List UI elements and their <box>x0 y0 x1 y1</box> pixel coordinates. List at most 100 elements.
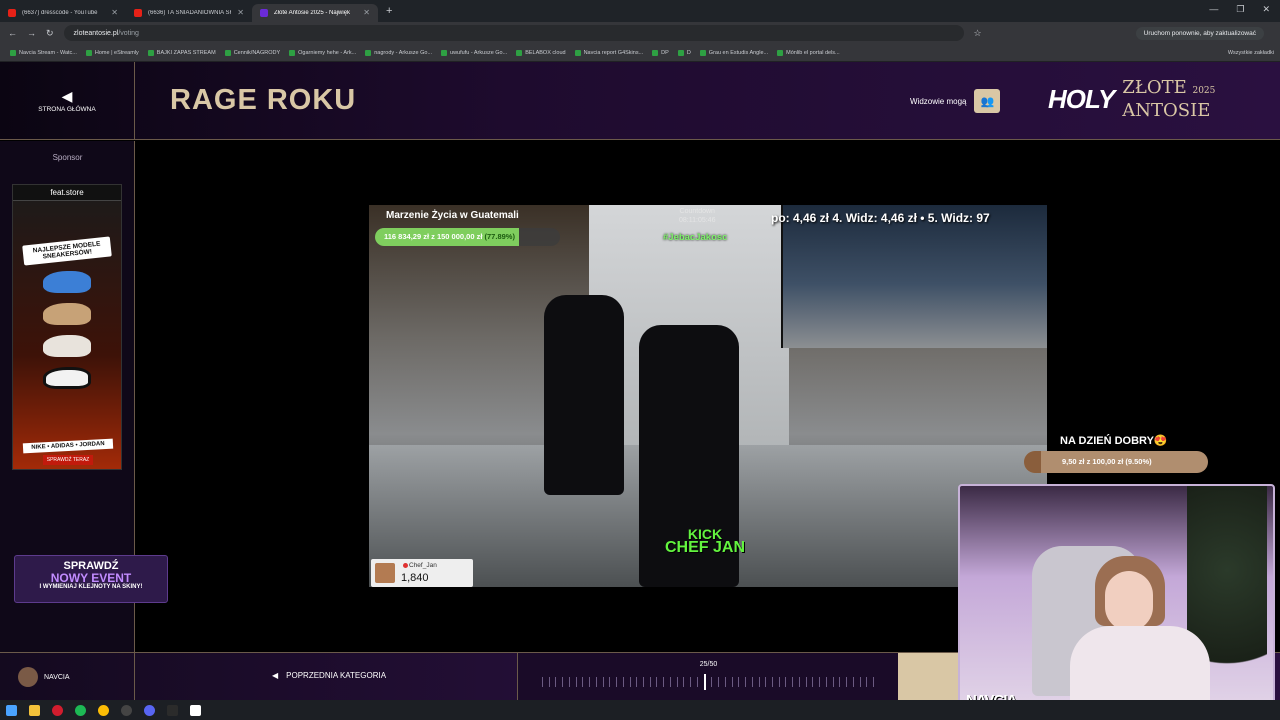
goal-percent: (77.89%) <box>484 232 515 241</box>
all-bookmarks-button[interactable]: Wszystkie zakładki <box>1228 50 1274 56</box>
progress-tick <box>819 677 821 687</box>
progress-tick-current <box>703 674 706 690</box>
home-label: STRONA GŁÓWNA <box>38 105 96 113</box>
progress-tick <box>568 677 570 687</box>
bookmark-item[interactable]: DP <box>652 49 669 56</box>
obs-icon[interactable] <box>121 704 132 716</box>
progress-tick <box>575 677 577 687</box>
progress-tick <box>629 677 631 687</box>
bookmark-label: Wszystkie zakładki <box>1227 49 1274 56</box>
chrome-icon[interactable] <box>98 704 109 716</box>
progress-tick <box>690 677 692 687</box>
sponsor-label: Sponsor <box>52 153 83 162</box>
bookmark-item[interactable]: uwufufu - Arkusze Go... <box>441 49 507 56</box>
restore-icon[interactable]: ❐ <box>1236 4 1244 15</box>
nominee-video[interactable]: Marzenie Życia w Guatemali 116 834,29 zł… <box>369 205 1047 587</box>
progress-tick <box>839 677 841 687</box>
back-icon[interactable]: ← <box>8 28 17 38</box>
ad-brands: NIKE • ADIDAS • JORDAN <box>22 438 114 454</box>
next-category-button[interactable] <box>898 653 960 701</box>
progress-ticks <box>542 674 874 690</box>
stream-goal-title: NA DZIEŃ DOBRY😍 <box>1060 435 1168 447</box>
bookmark-label: Navcia Stream - Watc... <box>19 49 77 56</box>
progress-tick <box>792 677 794 687</box>
bookmark-item[interactable]: Grau en Estudis Angle... <box>699 49 768 56</box>
minimize-icon[interactable]: — <box>1209 4 1218 15</box>
update-button[interactable]: Uruchom ponownie, aby zaktualizować <box>1135 26 1264 40</box>
stream-goal-text: 9,50 zł z 100,00 zł (9.50%) <box>1062 457 1152 466</box>
browser-tab-youtube-1[interactable]: (6637) dresscode - YouTube ✕ <box>0 4 126 22</box>
progress-tick <box>825 677 827 687</box>
bookmark-icon <box>574 49 581 56</box>
bookmark-item[interactable]: BAJKI ZAPAS STREAM <box>147 49 216 56</box>
bookmark-item[interactable]: BELABOX cloud <box>516 49 566 56</box>
streamer-face <box>1105 571 1153 631</box>
progress-tick <box>562 677 564 687</box>
home-button[interactable]: ◀ STRONA GŁÓWNA <box>0 62 135 140</box>
bookmark-item[interactable]: Cennik/NAGRODY <box>224 49 280 56</box>
window-controls: — ❐ ✕ <box>1209 4 1270 15</box>
new-tab-icon[interactable]: + <box>386 5 392 17</box>
terminal-icon[interactable] <box>167 704 178 716</box>
event-logo: HOLY ZŁOTE 2025 ANTOSIE <box>1048 78 1215 120</box>
bookmark-item[interactable]: nagrody - Arkusze Go... <box>365 49 433 56</box>
streamer-webcam: NAVCIA <box>958 484 1275 716</box>
bookmark-item[interactable]: Mónlib el portal dels... <box>777 49 840 56</box>
browser-tab-zlote-antosie[interactable]: Złote Antosie 2025 - Najwięk ✕ <box>252 3 378 22</box>
progress-tick <box>643 677 645 687</box>
close-icon[interactable]: ✕ <box>363 8 370 17</box>
close-icon[interactable]: ✕ <box>237 8 244 17</box>
sneaker-black-image <box>43 367 91 389</box>
progress-tick <box>758 677 760 687</box>
bookmark-label: Mónlib el portal dels... <box>786 49 840 56</box>
progress-tick <box>872 677 874 687</box>
browser-tab-youtube-2[interactable]: (6636) TA ŚNIADANIOWNIA SKRA ✕ <box>126 4 252 22</box>
bookmark-icon <box>10 49 16 56</box>
previous-category-button[interactable]: ◀ POPRZEDNIA KATEGORIA <box>272 671 386 680</box>
bookmark-icon <box>365 49 372 56</box>
bookmark-icon <box>777 49 784 56</box>
user-profile[interactable]: NAVCIA <box>0 653 135 701</box>
close-window-icon[interactable]: ✕ <box>1262 4 1270 15</box>
bookmark-label: nagrody - Arkusze Go... <box>374 49 433 56</box>
bookmark-item[interactable]: D <box>677 49 691 56</box>
new-event-button[interactable]: SPRAWDŹ NOWY EVENT I WYMIENIAJ KLEJNOTY … <box>14 555 168 603</box>
spotify-icon[interactable] <box>75 704 86 716</box>
progress-tick <box>711 677 713 687</box>
windows-start-icon[interactable] <box>6 704 17 716</box>
tab-title: (6636) TA ŚNIADANIOWNIA SKRA <box>148 9 231 16</box>
users-icon[interactable]: 👥 <box>974 89 1001 113</box>
bookmark-item[interactable]: Navcia Stream - Watc... <box>10 49 77 56</box>
reload-icon[interactable]: ↻ <box>46 28 54 39</box>
event-line2: NOWY EVENT <box>50 571 132 585</box>
ad-headline: NAJLEPSZE MODELE SNEAKERSÓW! <box>22 236 112 266</box>
holy-logo: HOLY <box>1048 83 1115 114</box>
channel-name: Chef_Jan <box>409 562 437 569</box>
close-icon[interactable]: ✕ <box>111 8 118 17</box>
forward-icon[interactable]: → <box>27 28 36 38</box>
progress-tick <box>832 677 834 687</box>
progress-tick <box>696 677 698 687</box>
bookmark-item[interactable]: Ogarniemy hehe - Ark... <box>289 49 357 56</box>
bookmark-star-icon[interactable]: ☆ <box>974 28 982 39</box>
progress-tick <box>798 677 800 687</box>
progress-tick <box>765 677 767 687</box>
stream-goal-bar: 9,50 zł z 100,00 zł (9.50%) <box>1024 451 1208 473</box>
discord-icon[interactable] <box>144 704 155 716</box>
url-field[interactable]: zloteantosie.pl/voting <box>63 25 964 41</box>
sponsor-ad-banner[interactable]: feat.store NAJLEPSZE MODELE SNEAKERSÓW! … <box>12 184 122 470</box>
bookmark-item[interactable]: Navcia report G4Skins... <box>574 49 643 56</box>
channel-tag: Chef_Jan 1,840 <box>371 559 473 587</box>
channel-avatar <box>375 563 395 583</box>
opera-icon[interactable] <box>52 704 63 716</box>
capcut-icon[interactable] <box>190 704 201 716</box>
progress-tick <box>778 677 780 687</box>
bookmark-label: D <box>686 49 691 56</box>
bookmark-icon <box>677 49 684 56</box>
progress-tick <box>731 677 733 687</box>
file-explorer-icon[interactable] <box>29 704 40 716</box>
bookmark-item[interactable]: Home | eStreamly <box>85 49 139 56</box>
bookmark-label: Ogarniemy hehe - Ark... <box>298 49 357 56</box>
progress-tick <box>859 677 861 687</box>
viewers-can-vote: Widzowie mogą 👥 <box>910 89 1001 113</box>
